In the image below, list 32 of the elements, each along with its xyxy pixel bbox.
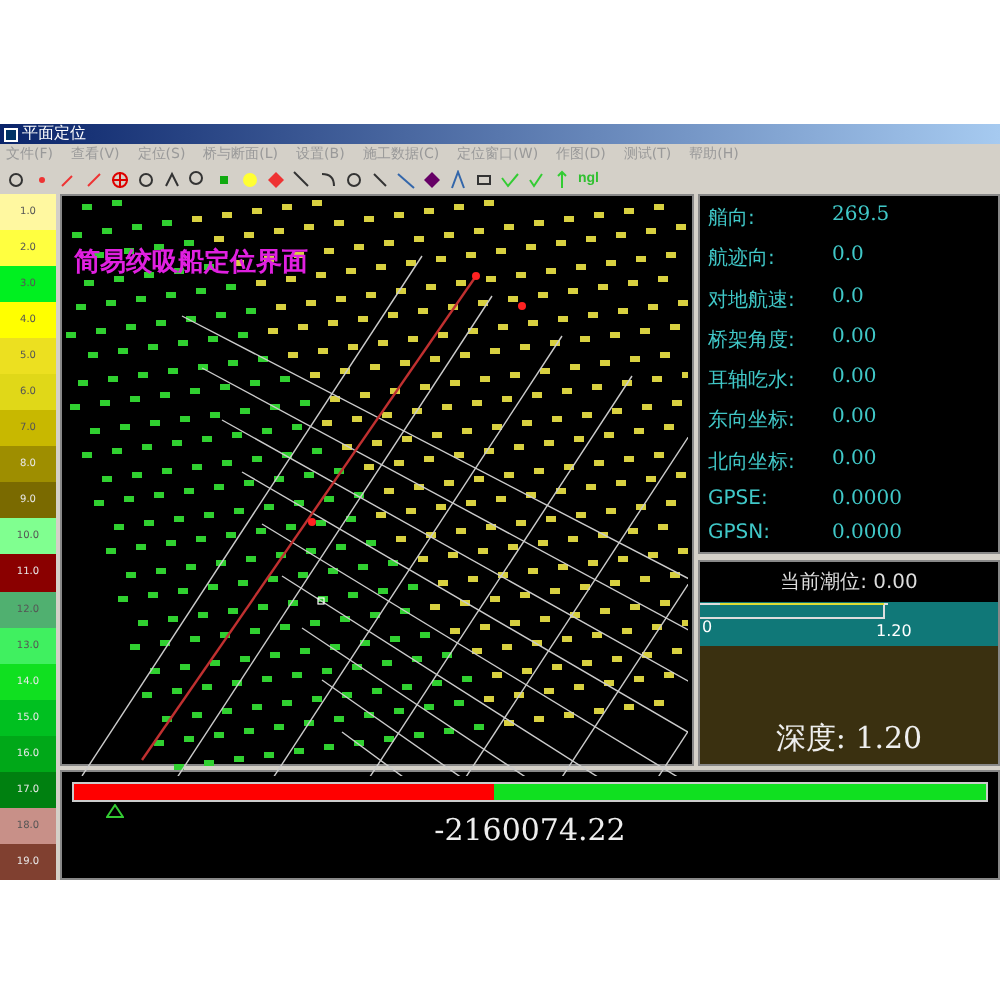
info-label: 北向坐标: bbox=[708, 449, 797, 475]
info-value: 0.00 bbox=[832, 447, 877, 473]
line-icon[interactable] bbox=[396, 169, 416, 189]
info-label: GPSE: bbox=[708, 487, 770, 510]
triangle-marker-icon bbox=[106, 804, 124, 818]
info-value: 0.0000 bbox=[832, 487, 902, 510]
info-value: 0.0 bbox=[832, 285, 864, 311]
info-value: 0.00 bbox=[832, 366, 877, 392]
window-title: 平面定位 bbox=[22, 124, 86, 144]
diamond-icon[interactable] bbox=[422, 169, 442, 189]
app-icon bbox=[4, 127, 18, 141]
current-tide-label: 当前潮位: 0.00 bbox=[700, 562, 998, 602]
info-value: 0.00 bbox=[832, 406, 877, 433]
info-value: 0.0 bbox=[832, 244, 864, 271]
info-label: 艏向: bbox=[708, 205, 757, 232]
map-title: 简易绞吸船定位界面 bbox=[74, 245, 308, 280]
scale-end: 1.20 bbox=[876, 622, 912, 640]
arc-icon[interactable] bbox=[318, 169, 338, 189]
scale-start: 0 bbox=[702, 618, 713, 636]
info-value: 269.5 bbox=[832, 204, 890, 230]
info-label: 东向坐标: bbox=[708, 407, 797, 435]
info-label: 桥架角度: bbox=[708, 327, 797, 354]
circle-icon[interactable] bbox=[344, 169, 364, 189]
info-label: 耳轴吃水: bbox=[708, 367, 797, 394]
info-value: 0.00 bbox=[832, 325, 877, 352]
info-label: 对地航速: bbox=[708, 287, 797, 313]
info-label: GPSN: bbox=[708, 522, 772, 544]
line-icon[interactable] bbox=[370, 169, 390, 189]
info-value: 0.0000 bbox=[832, 522, 902, 544]
depth-reading: 深度: 1.20 bbox=[773, 720, 925, 760]
position-reading: -2160074.22 bbox=[434, 812, 626, 848]
info-label: 航迹向: bbox=[708, 245, 777, 273]
